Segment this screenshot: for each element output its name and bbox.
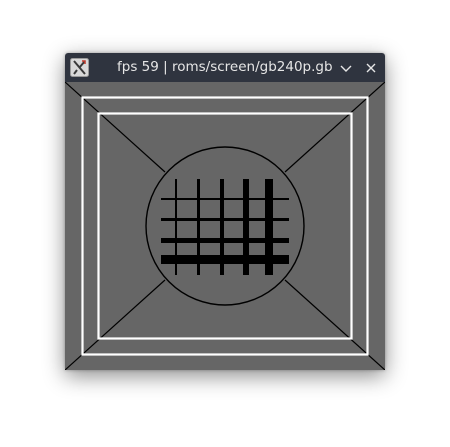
grid-hbar: [161, 198, 289, 200]
window-title: fps 59 | roms/screen/gb240p.gb: [117, 59, 333, 75]
emulator-window: fps 59 | roms/screen/gb240p.gb: [65, 53, 385, 370]
close-icon[interactable]: [363, 60, 379, 76]
chevron-down-icon[interactable]: [338, 60, 354, 76]
grid-hbar: [161, 238, 289, 243]
test-pattern: [65, 82, 385, 370]
center-circle: [145, 146, 305, 306]
game-screen[interactable]: [65, 82, 385, 370]
grid-hbar: [161, 255, 289, 264]
grid-hbar: [161, 218, 289, 221]
corner-diagonals: [65, 82, 385, 370]
title-bar[interactable]: fps 59 | roms/screen/gb240p.gb: [65, 53, 385, 82]
app-icon: [70, 58, 89, 77]
grid-pattern: [161, 179, 289, 275]
